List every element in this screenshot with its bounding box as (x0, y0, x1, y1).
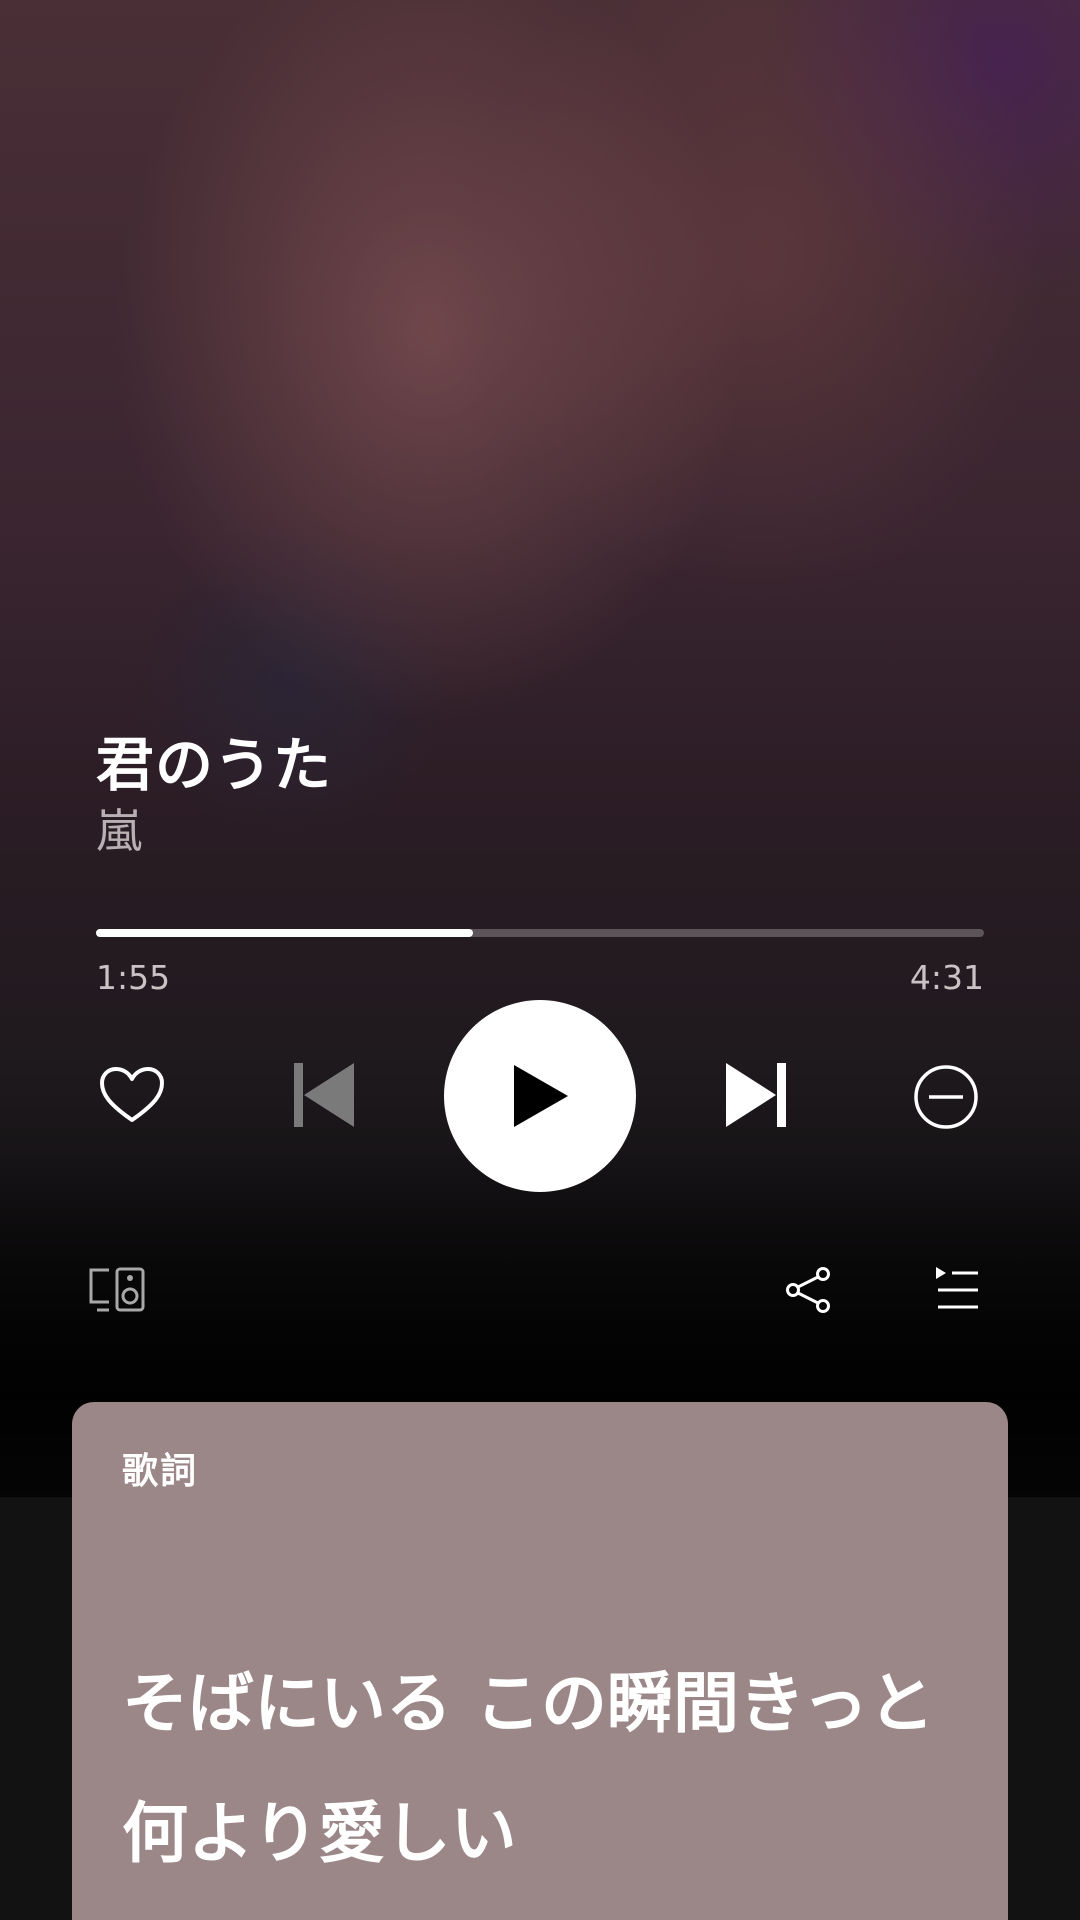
progress-bar[interactable] (96, 929, 984, 937)
skip-next-icon (726, 1063, 786, 1127)
like-button[interactable] (92, 1060, 172, 1130)
song-title[interactable]: 君のうた (96, 718, 332, 802)
lyrics-line: そばにいる この瞬間きっと (122, 1665, 935, 1742)
share-button[interactable] (780, 1262, 836, 1318)
connect-devices-button[interactable] (86, 1265, 148, 1315)
share-icon (786, 1267, 830, 1313)
skip-previous-icon (294, 1063, 354, 1127)
hide-song-button[interactable] (908, 1059, 984, 1135)
lyrics-line: 何より愛しい (122, 1795, 517, 1872)
heart-icon (100, 1067, 164, 1122)
total-duration: 4:31 (909, 958, 984, 997)
progress-fill (96, 929, 474, 937)
minus-circle-icon (914, 1065, 978, 1129)
queue-button[interactable] (932, 1262, 982, 1318)
lyrics-card[interactable]: 歌詞 そばにいる この瞬間きっと 何より愛しい (72, 1402, 1008, 1920)
devices-icon (89, 1267, 145, 1312)
play-button[interactable] (444, 1000, 636, 1192)
previous-track-button[interactable] (284, 1055, 364, 1135)
now-playing-screen: 君のうた 嵐 1:55 4:31 歌詞 そばにいる この瞬間きっと 何より愛しい (0, 0, 1080, 1920)
elapsed-time: 1:55 (96, 958, 171, 997)
play-icon (514, 1065, 568, 1127)
queue-icon (936, 1267, 978, 1309)
next-track-button[interactable] (716, 1055, 796, 1135)
artist-name[interactable]: 嵐 (96, 795, 142, 861)
lyrics-header: 歌詞 (122, 1451, 199, 1492)
